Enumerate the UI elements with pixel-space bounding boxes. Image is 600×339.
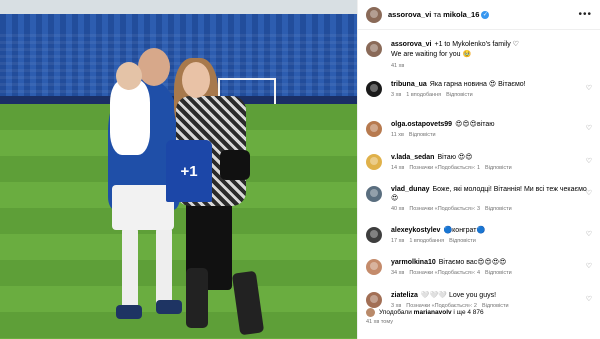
- comment-avatar[interactable]: [366, 154, 382, 170]
- comment-text: 🤍🤍🤍 Love you guys!: [420, 292, 497, 299]
- comment-avatar[interactable]: [366, 81, 382, 97]
- reply-button[interactable]: Відповісти: [485, 270, 512, 276]
- caption-text: +1 to Mykolenko's family ♡: [434, 41, 519, 48]
- stadium-roof: [0, 0, 357, 14]
- comment-item: olga.ostapovets99 😍😍😍вітаю 11 хв Відповіст…: [366, 120, 594, 138]
- comment-avatar[interactable]: [366, 121, 382, 137]
- comment-user[interactable]: v.lada_sedan: [391, 154, 434, 161]
- comment-text: Яка гарна новина 😍 Вітаємо!: [429, 81, 526, 88]
- comment-likes[interactable]: Позначки «Подобається»: 3: [409, 206, 480, 212]
- comment-user[interactable]: vlad_dunay: [391, 186, 430, 193]
- comment-time: 40 хв: [391, 206, 405, 212]
- comment-avatar[interactable]: [366, 259, 382, 275]
- comment-item: ziateliza 🤍🤍🤍 Love you guys! 3 хв Позначки…: [366, 291, 594, 309]
- man-slipper: [156, 300, 182, 314]
- man-slipper: [116, 305, 142, 319]
- author2-link[interactable]: mikola_16: [443, 10, 479, 19]
- comment-time: 11 хв: [391, 132, 404, 138]
- likes-summary[interactable]: Уподобали marianavolv і ще 4 876: [366, 308, 594, 317]
- post-time: 41 хв тому: [366, 319, 393, 325]
- shirt-text: +1: [180, 162, 198, 180]
- comment-text: 😍😍😍вітаю: [455, 121, 495, 128]
- woman-boot: [186, 268, 208, 328]
- man-leg: [122, 228, 138, 308]
- comment-time: 3 хв: [391, 92, 402, 98]
- comment-time: 14 хв: [391, 165, 405, 171]
- author-avatar[interactable]: [366, 6, 382, 23]
- man-shorts: [112, 185, 174, 230]
- heart-icon[interactable]: ♡: [586, 295, 592, 303]
- comment-user[interactable]: tribuna_ua: [391, 81, 427, 88]
- post-header: assorova_vi та mikola_16 ✓ •••: [358, 0, 600, 30]
- comment-user[interactable]: yarmolkina10: [391, 259, 436, 266]
- comment-avatar[interactable]: [366, 186, 382, 202]
- comment-text: Вітаю 😍😍: [437, 154, 473, 161]
- heart-icon[interactable]: ♡: [586, 262, 592, 270]
- more-horizontal-icon[interactable]: •••: [578, 9, 592, 20]
- comment-avatar[interactable]: [366, 292, 382, 308]
- comment-item: v.lada_sedan Вітаю 😍😍 14 хв Позначки «Подо…: [366, 153, 594, 171]
- comment-avatar[interactable]: [366, 227, 382, 243]
- author-names: assorova_vi та mikola_16 ✓: [388, 9, 490, 19]
- comment-text: Вітаємо вас😍😍😍😍: [438, 259, 507, 266]
- caption: assorova_vi +1 to Mykolenko's family ♡ We…: [366, 40, 594, 69]
- reply-button[interactable]: Відповісти: [485, 206, 512, 212]
- liked-suffix[interactable]: і ще 4 876: [453, 309, 483, 316]
- caption-text-line2: We are waiting for you 🥹: [391, 51, 472, 58]
- reply-button[interactable]: Відповісти: [449, 238, 476, 244]
- man-head: [138, 48, 170, 86]
- verified-icon: ✓: [481, 11, 490, 19]
- comment-time: 34 хв: [391, 270, 405, 276]
- author1-link[interactable]: assorova_vi: [388, 10, 431, 19]
- baby: [110, 80, 150, 155]
- man-leg: [156, 228, 172, 308]
- comment-time: 17 хв: [391, 238, 405, 244]
- heart-icon[interactable]: ♡: [586, 124, 592, 132]
- reply-button[interactable]: Відповісти: [485, 165, 512, 171]
- comment-user[interactable]: alexeykostylev: [391, 227, 440, 234]
- caption-avatar[interactable]: [366, 41, 382, 57]
- comment-item: vlad_dunay Боже, які молодці! Вітаннія! М…: [366, 185, 594, 212]
- heart-icon[interactable]: ♡: [586, 230, 592, 238]
- caption-user[interactable]: assorova_vi: [391, 41, 431, 48]
- post-side-panel: assorova_vi та mikola_16 ✓ ••• assorova_v…: [357, 0, 600, 339]
- comment-user[interactable]: ziateliza: [391, 292, 418, 299]
- reply-button[interactable]: Відповісти: [446, 92, 473, 98]
- heart-icon[interactable]: ♡: [586, 157, 592, 165]
- comment-item: alexeykostylev 🔵конграт🔵 17 хв 1 вподобанн…: [366, 226, 594, 244]
- liked-user[interactable]: marianavolv: [414, 309, 452, 316]
- comment-item: yarmolkina10 Вітаємо вас😍😍😍😍 34 хв Позначк…: [366, 258, 594, 276]
- comment-likes[interactable]: Позначки «Подобається»: 4: [409, 270, 480, 276]
- post-footer: Уподобали marianavolv і ще 4 876 41 хв т…: [366, 308, 594, 325]
- liked-prefix: Уподобали: [379, 309, 412, 316]
- comment-item: tribuna_ua Яка гарна новина 😍 Вітаємо! 3 …: [366, 80, 594, 98]
- author-connector: та: [433, 9, 441, 19]
- plus-one-shirt: +1: [166, 140, 212, 202]
- post-photo[interactable]: +1: [0, 0, 357, 339]
- handbag: [220, 150, 250, 180]
- heart-icon[interactable]: ♡: [586, 84, 592, 92]
- baby-head: [116, 62, 142, 90]
- liker-avatar: [366, 308, 375, 317]
- heart-icon[interactable]: ♡: [586, 189, 592, 197]
- comment-user[interactable]: olga.ostapovets99: [391, 121, 452, 128]
- comment-likes[interactable]: 1 вподобання: [409, 238, 444, 244]
- woman-head: [182, 62, 210, 98]
- reply-button[interactable]: Відповісти: [409, 132, 436, 138]
- caption-time: 41 хв: [391, 63, 405, 69]
- comment-text: 🔵конграт🔵: [443, 227, 486, 234]
- comment-likes[interactable]: Позначки «Подобається»: 1: [409, 165, 480, 171]
- comment-likes[interactable]: 1 вподобання: [406, 92, 441, 98]
